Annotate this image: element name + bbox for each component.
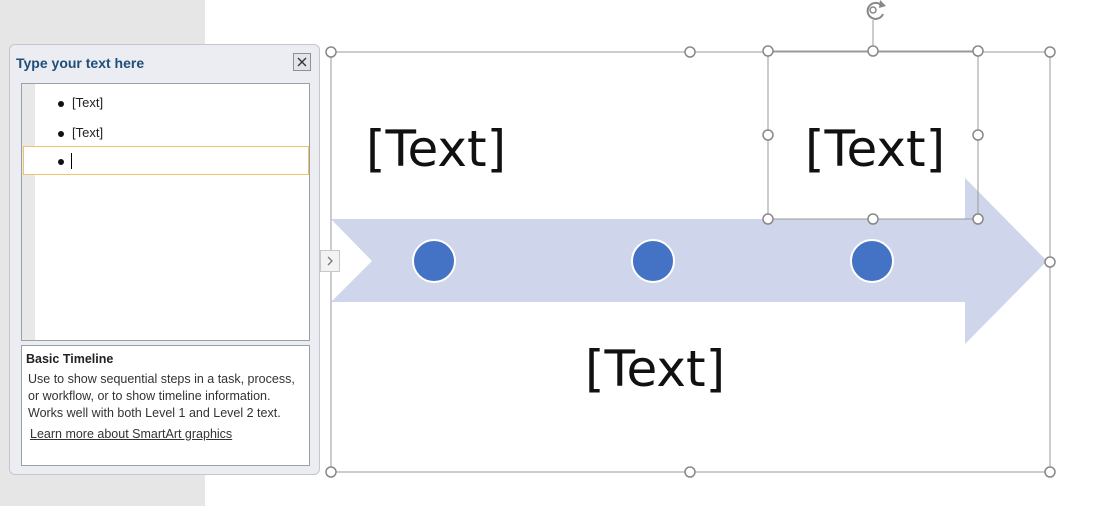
resize-handle[interactable] (1044, 256, 1056, 268)
close-button[interactable] (293, 53, 311, 71)
text-pane: Type your text here [Text] [Text] Basic … (9, 44, 320, 475)
text-pane-toggle-button[interactable] (320, 250, 340, 272)
timeline-text-3[interactable]: [Text] (805, 124, 945, 174)
resize-handle[interactable] (867, 213, 879, 225)
resize-handle[interactable] (762, 45, 774, 57)
timeline-text-2[interactable]: [Text] (585, 344, 725, 394)
resize-handle[interactable] (684, 466, 696, 478)
layout-description-text: Use to show sequential steps in a task, … (28, 372, 295, 420)
learn-more-link[interactable]: Learn more about SmartArt graphics (26, 426, 232, 443)
text-pane-title: Type your text here (16, 55, 145, 71)
resize-handle[interactable] (325, 466, 337, 478)
bullet-item-text: [Text] (72, 125, 104, 140)
bullet-icon (58, 101, 64, 107)
bullet-icon (58, 159, 64, 165)
timeline-dot[interactable] (850, 239, 894, 283)
resize-handle[interactable] (1044, 466, 1056, 478)
timeline-dot[interactable] (412, 239, 456, 283)
bullet-item-2[interactable]: [Text] (23, 118, 309, 147)
timeline-dot[interactable] (631, 239, 675, 283)
chevron-right-icon (327, 256, 333, 266)
layout-description: Basic Timeline Use to show sequential st… (21, 345, 310, 466)
resize-handle[interactable] (972, 213, 984, 225)
resize-handle[interactable] (972, 45, 984, 57)
resize-handle[interactable] (684, 46, 696, 58)
timeline-text-1[interactable]: [Text] (366, 124, 506, 174)
bullet-item-3[interactable] (23, 146, 309, 175)
bullet-item-1[interactable]: [Text] (23, 88, 309, 117)
layout-name: Basic Timeline (26, 352, 114, 366)
resize-handle[interactable] (325, 46, 337, 58)
resize-handle[interactable] (762, 129, 774, 141)
text-caret (71, 153, 72, 169)
resize-handle[interactable] (762, 213, 774, 225)
resize-handle[interactable] (1044, 46, 1056, 58)
close-icon (297, 57, 307, 67)
bullet-item-text: [Text] (72, 95, 104, 110)
resize-handle[interactable] (867, 45, 879, 57)
resize-handle[interactable] (972, 129, 984, 141)
bullet-list: [Text] [Text] (21, 83, 310, 341)
bullet-icon (58, 131, 64, 137)
